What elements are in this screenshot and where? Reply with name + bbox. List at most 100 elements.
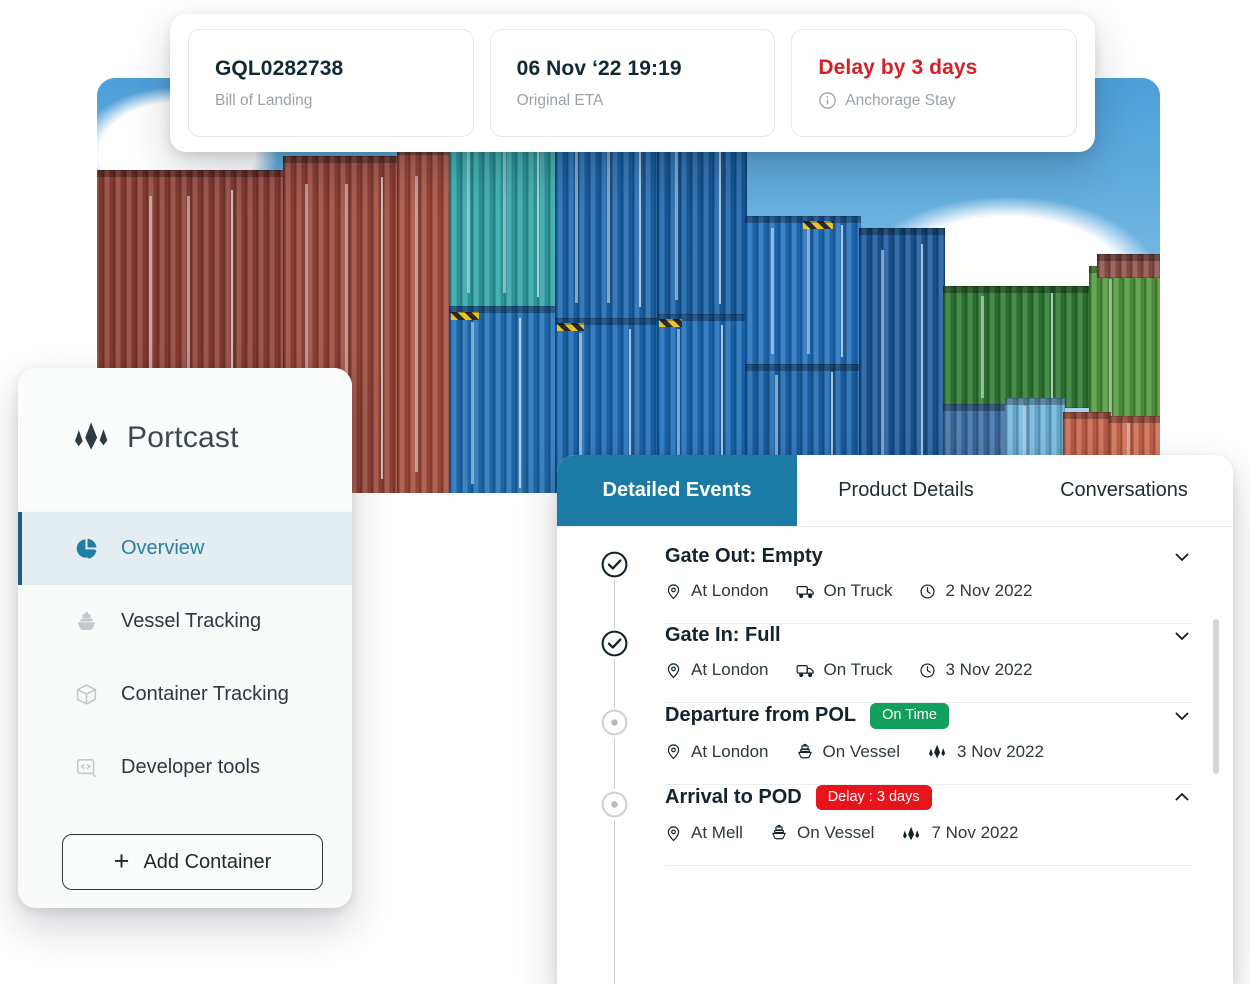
tab-product-details-label: Product Details [838, 479, 974, 501]
event-item[interactable]: Arrival to POD Delay : 3 days At Mell On… [599, 784, 1233, 866]
sidebar-item-overview[interactable]: Overview [18, 512, 352, 585]
truck-icon [796, 583, 815, 600]
tab-detailed-events[interactable]: Detailed Events [557, 455, 797, 526]
portcast-logo-icon [73, 419, 111, 458]
event-title: Gate In: Full [665, 624, 781, 646]
clock-icon [919, 583, 936, 600]
tab-product-details[interactable]: Product Details [797, 455, 1015, 526]
summary-card-bill-of-landing: GQL0282738 Bill of Landing [188, 29, 474, 137]
shipping-container [397, 148, 453, 493]
code-icon [73, 755, 99, 781]
event-content: Departure from POL On Time At London On … [665, 703, 1193, 785]
event-content: Gate Out: Empty At London On Truck 2 Nov… [665, 545, 1193, 624]
event-header: Arrival to POD Delay : 3 days [665, 784, 1193, 810]
shipping-container [449, 306, 557, 493]
event-status-completed-icon [599, 549, 630, 580]
sidebar-item-overview-label: Overview [121, 537, 205, 559]
location-pin-icon [665, 825, 682, 842]
event-location: At London [691, 741, 769, 761]
box-icon [73, 682, 99, 708]
event-mode: On Truck [823, 581, 893, 600]
location-pin-icon [665, 583, 682, 600]
event-header: Departure from POL On Time [665, 703, 1193, 729]
bill-of-landing-label-text: Bill of Landing [215, 91, 313, 109]
event-mode: On Vessel [822, 741, 901, 761]
status-badge: Delay : 3 days [815, 784, 932, 810]
event-content: Arrival to POD Delay : 3 days At Mell On… [665, 784, 1193, 866]
summary-card-anchorage-stay: Delay by 3 days Anchorage Stay [791, 29, 1078, 137]
tab-conversations-label: Conversations [1060, 479, 1188, 501]
events-tab-bar: Detailed Events Product Details Conversa… [557, 455, 1233, 527]
shipping-container [1097, 254, 1160, 278]
events-panel: Detailed Events Product Details Conversa… [557, 455, 1233, 984]
chevron-up-icon[interactable] [1171, 786, 1193, 808]
app-screenshot: GQL0282738 Bill of Landing 06 Nov ‘22 19… [0, 0, 1250, 984]
original-eta-label: Original ETA [517, 92, 749, 110]
event-status-completed-icon [599, 628, 630, 659]
vessel-icon [73, 609, 99, 635]
pie-chart-icon [73, 536, 99, 562]
portcast-mark-icon [927, 743, 948, 760]
event-timeline-list: Gate Out: Empty At London On Truck 2 Nov… [557, 527, 1233, 984]
add-container-button-label: Add Container [143, 850, 272, 873]
clock-icon [919, 662, 936, 679]
status-badge: On Time [870, 703, 949, 729]
sidebar-item-developer-tools[interactable]: Developer tools [18, 731, 352, 804]
event-header: Gate Out: Empty [665, 545, 1193, 568]
chevron-down-icon[interactable] [1171, 705, 1193, 727]
shipping-container [859, 228, 945, 493]
location-pin-icon [665, 743, 682, 760]
event-meta: At London On Truck [665, 581, 1193, 601]
event-mode: On Vessel [796, 823, 875, 842]
delay-value: Delay by 3 days [818, 56, 978, 79]
vertical-scrollbar[interactable] [1213, 619, 1219, 984]
event-status-pending-icon [599, 788, 630, 820]
shipment-summary-bar: GQL0282738 Bill of Landing 06 Nov ‘22 19… [170, 14, 1095, 152]
event-title: Arrival to POD [665, 785, 802, 808]
event-date: 2 Nov 2022 [945, 581, 1033, 600]
event-item[interactable]: Gate In: Full At London On Truck 3 Nov 2… [599, 624, 1233, 703]
event-meta: At London On Vessel 3 Nov 2022 [665, 742, 1193, 762]
info-icon[interactable] [818, 91, 837, 110]
event-item[interactable]: Gate Out: Empty At London On Truck 2 Nov… [599, 545, 1233, 624]
event-header: Gate In: Full [665, 624, 1193, 647]
shipping-container [943, 286, 1091, 408]
event-title: Gate Out: Empty [665, 545, 823, 567]
sidebar-item-container-tracking[interactable]: Container Tracking [18, 658, 352, 731]
brand-header: Portcast [18, 368, 352, 508]
scrollbar-thumb[interactable] [1213, 619, 1219, 774]
sidebar-item-container-tracking-label: Container Tracking [121, 683, 289, 705]
event-meta: At London On Truck [665, 660, 1193, 680]
event-meta: At Mell On Vessel 7 Nov 2022 [665, 823, 1193, 843]
sidebar-item-vessel-tracking[interactable]: Vessel Tracking [18, 585, 352, 658]
event-item[interactable]: Departure from POL On Time At London On … [599, 703, 1233, 785]
event-status-pending-icon [599, 707, 630, 738]
bill-of-landing-label: Bill of Landing [215, 92, 447, 110]
portcast-mark-icon [901, 825, 922, 842]
event-title: Departure from POL [665, 704, 857, 727]
plus-icon: + [113, 845, 130, 876]
sidebar-item-vessel-tracking-label: Vessel Tracking [121, 610, 262, 632]
event-date: 3 Nov 2022 [945, 660, 1033, 679]
sidebar-panel: Portcast Overview Vessel Tracking Contai… [18, 368, 352, 908]
sidebar-item-developer-tools-label: Developer tools [121, 756, 260, 778]
chevron-down-icon[interactable] [1171, 546, 1193, 568]
original-eta-label-text: Original ETA [516, 91, 604, 109]
shipping-container [1089, 266, 1160, 430]
original-eta-value: 06 Nov ‘22 19:19 [516, 56, 682, 80]
shipping-container [449, 126, 557, 308]
summary-card-original-eta: 06 Nov ‘22 19:19 Original ETA [489, 29, 776, 137]
anchorage-stay-label-text: Anchorage Stay [845, 91, 956, 109]
event-location: At Mell [691, 823, 743, 842]
anchorage-stay-label: Anchorage Stay [818, 91, 1050, 110]
truck-icon [796, 662, 815, 679]
ship-icon [770, 824, 788, 842]
tab-conversations[interactable]: Conversations [1015, 455, 1233, 526]
event-location: At London [691, 660, 769, 679]
shipping-container [745, 216, 861, 366]
event-location: At London [691, 581, 769, 600]
chevron-down-icon[interactable] [1171, 625, 1193, 647]
location-pin-icon [665, 662, 682, 679]
add-container-button[interactable]: + Add Container [62, 834, 323, 890]
event-date: 7 Nov 2022 [931, 823, 1019, 842]
